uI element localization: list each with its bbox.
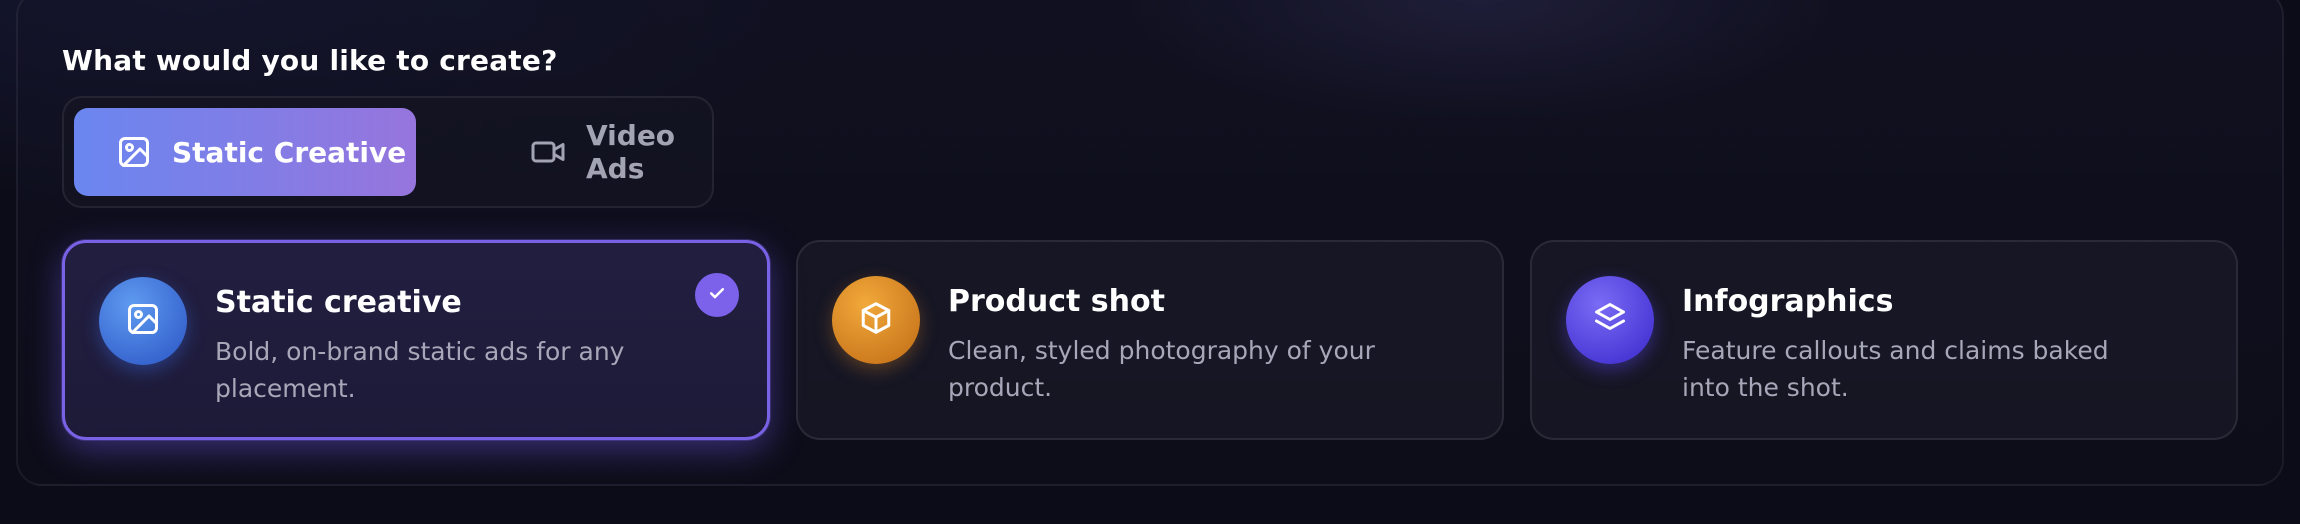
tab-static-creative-label: Static Creative bbox=[172, 135, 407, 169]
selected-check-badge bbox=[695, 273, 739, 317]
image-icon bbox=[116, 134, 152, 170]
tab-video-ads-label: Video Ads bbox=[586, 119, 676, 185]
option-card-product-shot[interactable]: Product shot Clean, styled photography o… bbox=[796, 240, 1504, 440]
option-icon-badge bbox=[1566, 276, 1654, 364]
option-title: Product shot bbox=[948, 284, 1165, 319]
option-description: Feature callouts and claims baked into t… bbox=[1682, 336, 2109, 402]
mode-toggle: Static Creative Video Ads bbox=[62, 96, 714, 208]
app-canvas: What would you like to create? Static Cr… bbox=[0, 0, 2300, 524]
create-heading: What would you like to create? bbox=[62, 44, 558, 77]
box-icon bbox=[858, 300, 894, 340]
option-card-infographics[interactable]: Infographics Feature callouts and claims… bbox=[1530, 240, 2238, 440]
option-description: Bold, on-brand static ads for any placem… bbox=[215, 337, 625, 403]
image-icon bbox=[125, 301, 161, 341]
tab-static-creative[interactable]: Static Creative bbox=[74, 108, 416, 196]
option-title: Static creative bbox=[215, 285, 462, 320]
layers-icon bbox=[1592, 300, 1628, 340]
video-camera-icon bbox=[530, 134, 566, 170]
option-icon-badge bbox=[99, 277, 187, 365]
tab-video-ads[interactable]: Video Ads bbox=[464, 108, 704, 196]
checkmark-icon bbox=[707, 283, 727, 307]
option-description: Clean, styled photography of your produc… bbox=[948, 336, 1375, 402]
option-title: Infographics bbox=[1682, 284, 1894, 319]
option-card-static-creative[interactable]: Static creative Bold, on-brand static ad… bbox=[62, 240, 770, 440]
option-icon-badge bbox=[832, 276, 920, 364]
